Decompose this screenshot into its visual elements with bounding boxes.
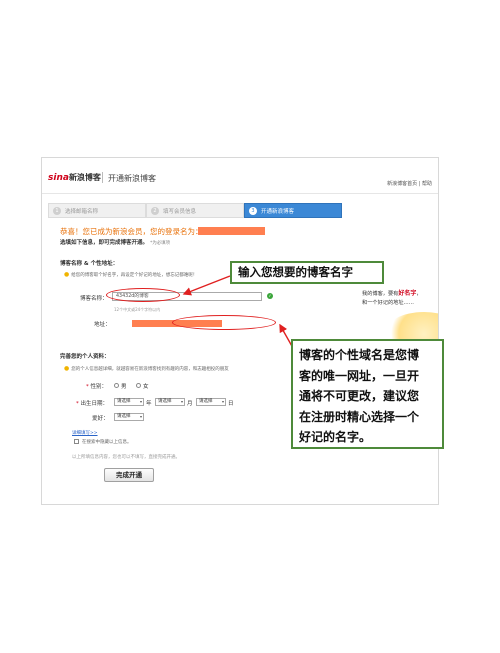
side-caption-line-2: 和一个好记的地址……	[362, 300, 414, 306]
highlight-ellipse-address	[172, 315, 276, 330]
required-note: *为必填项	[149, 241, 171, 246]
blog-address-label: 地址：	[94, 322, 111, 328]
month-unit: 月	[187, 401, 193, 407]
lightbulb-icon: ●	[64, 365, 70, 372]
link-blog-home[interactable]: 新浪博客首页	[387, 181, 417, 187]
day-unit: 日	[228, 401, 234, 407]
step-label: 选择邮箱名称	[65, 208, 99, 215]
blog-name-label: 博客名称：	[80, 296, 108, 302]
blog-name-length-hint: 12个中文或24个字符以内	[114, 307, 161, 312]
page-title: 开通新浪博客	[108, 174, 156, 183]
callout-line: 通将不可更改，建议您	[299, 389, 420, 403]
logo-brand: sina	[48, 173, 69, 183]
personal-info-heading: 完善您的个人资料：	[60, 354, 110, 360]
gender-female-radio[interactable]	[136, 383, 141, 388]
side-caption-punct: ，	[416, 291, 422, 297]
personal-info-hint: ● 您的个人信息越详细，就越容易在新浪博客找到有趣的内容，和志趣相投的朋友	[64, 365, 229, 372]
step-number: 2	[151, 206, 159, 215]
link-help[interactable]: 帮助	[422, 181, 432, 187]
instruction-main: 选填如下信息，即可完成博客开通。	[60, 240, 149, 246]
side-caption-text: 我的博客，要有	[362, 291, 399, 297]
hobby-label: 爱好：	[92, 416, 109, 422]
callout-line: 博客的个性域名是您博	[299, 348, 420, 362]
blog-name-hint: ● 给您的博客取个好名字，再设定个好记的地址，想忘记都难呢！	[64, 271, 197, 278]
redacted-login-name	[198, 227, 265, 235]
hide-info-checkbox[interactable]	[74, 439, 79, 444]
optional-footnote: 以上所填信息内容，您也可以不填写，直接完成开通。	[72, 455, 180, 460]
birthday-label: * 出生日期：	[76, 401, 109, 407]
blog-name-section-heading: 博客名称 & 个性地址：	[60, 261, 119, 267]
callout-line: 好记的名字。	[299, 430, 372, 444]
birth-day-select[interactable]: 请选择	[196, 398, 226, 406]
step-number: 1	[53, 206, 61, 215]
callout-line: 在注册时精心选择一个	[299, 409, 420, 424]
tutorial-screenshot: sina新浪博客 开通新浪博客 新浪博客首页 | 帮助 1 选择邮箱名称 2 填写会…	[0, 0, 500, 653]
detail-fill-link[interactable]: 详细填写>>	[72, 430, 98, 436]
gender-label-text: 性别：	[90, 384, 108, 390]
side-caption-highlight: 好名字	[398, 290, 417, 297]
birth-month-select[interactable]: 请选择	[155, 398, 185, 406]
top-links: 新浪博客首页 | 帮助	[387, 181, 432, 187]
congrats-message: 恭喜！您已成为新浪会员，您的登录名为：	[60, 227, 203, 236]
page-header: sina新浪博客 开通新浪博客 新浪博客首页 | 帮助	[42, 158, 438, 194]
step-open-blog: 3 开通新浪博客	[244, 203, 342, 218]
callout-line: 客的唯一网址，一旦开	[299, 368, 420, 383]
step-number: 3	[249, 206, 257, 215]
highlight-ellipse-blog-name	[106, 288, 180, 302]
gender-label: * 性别：	[86, 384, 108, 390]
personal-info-hint-text: 您的个人信息越详细，就越容易在新浪博客找到有趣的内容，和志趣相投的朋友	[71, 367, 229, 372]
step-label: 开通新浪博客	[261, 208, 295, 215]
check-ok-icon: ✓	[267, 293, 273, 299]
step-member-info: 2 填写会员信息	[146, 203, 244, 218]
blog-name-hint-text: 给您的博客取个好名字，再设定个好记的地址，想忘记都难呢！	[71, 273, 198, 278]
side-caption: 我的博客，要有好名字， 和一个好记的地址……	[362, 289, 422, 308]
gender-female-label: 女	[143, 384, 149, 390]
instruction-text: 选填如下信息，即可完成博客开通。 *为必填项	[60, 238, 170, 246]
signup-page: sina新浪博客 开通新浪博客 新浪博客首页 | 帮助 1 选择邮箱名称 2 填写会…	[41, 157, 439, 505]
sina-blog-logo[interactable]: sina新浪博客	[48, 172, 101, 183]
gender-male-label: 男	[121, 384, 127, 390]
step-label: 填写会员信息	[163, 208, 197, 215]
callout-enter-blog-name: 输入您想要的博客名字	[230, 261, 384, 284]
year-unit: 年	[146, 401, 152, 407]
logo-text: 新浪博客	[68, 173, 101, 182]
hide-info-label: 在搜索中隐藏以上信息。	[82, 440, 132, 445]
finish-open-button[interactable]: 完成开通	[104, 468, 154, 482]
hobby-select[interactable]: 请选择	[114, 413, 144, 421]
step-select-mailbox: 1 选择邮箱名称	[48, 203, 146, 218]
gender-male-radio[interactable]	[114, 383, 119, 388]
birthday-label-text: 出生日期：	[80, 401, 109, 407]
callout-domain-explanation: 博客的个性域名是您博 客的唯一网址，一旦开 通将不可更改，建议您 在注册时精心选…	[291, 339, 444, 449]
birth-year-select[interactable]: 请选择	[114, 398, 144, 406]
header-divider	[102, 172, 103, 183]
lightbulb-icon: ●	[64, 271, 70, 278]
progress-steps: 1 选择邮箱名称 2 填写会员信息 3 开通新浪博客	[48, 203, 342, 218]
side-caption-line-1: 我的博客，要有好名字，	[362, 289, 422, 299]
